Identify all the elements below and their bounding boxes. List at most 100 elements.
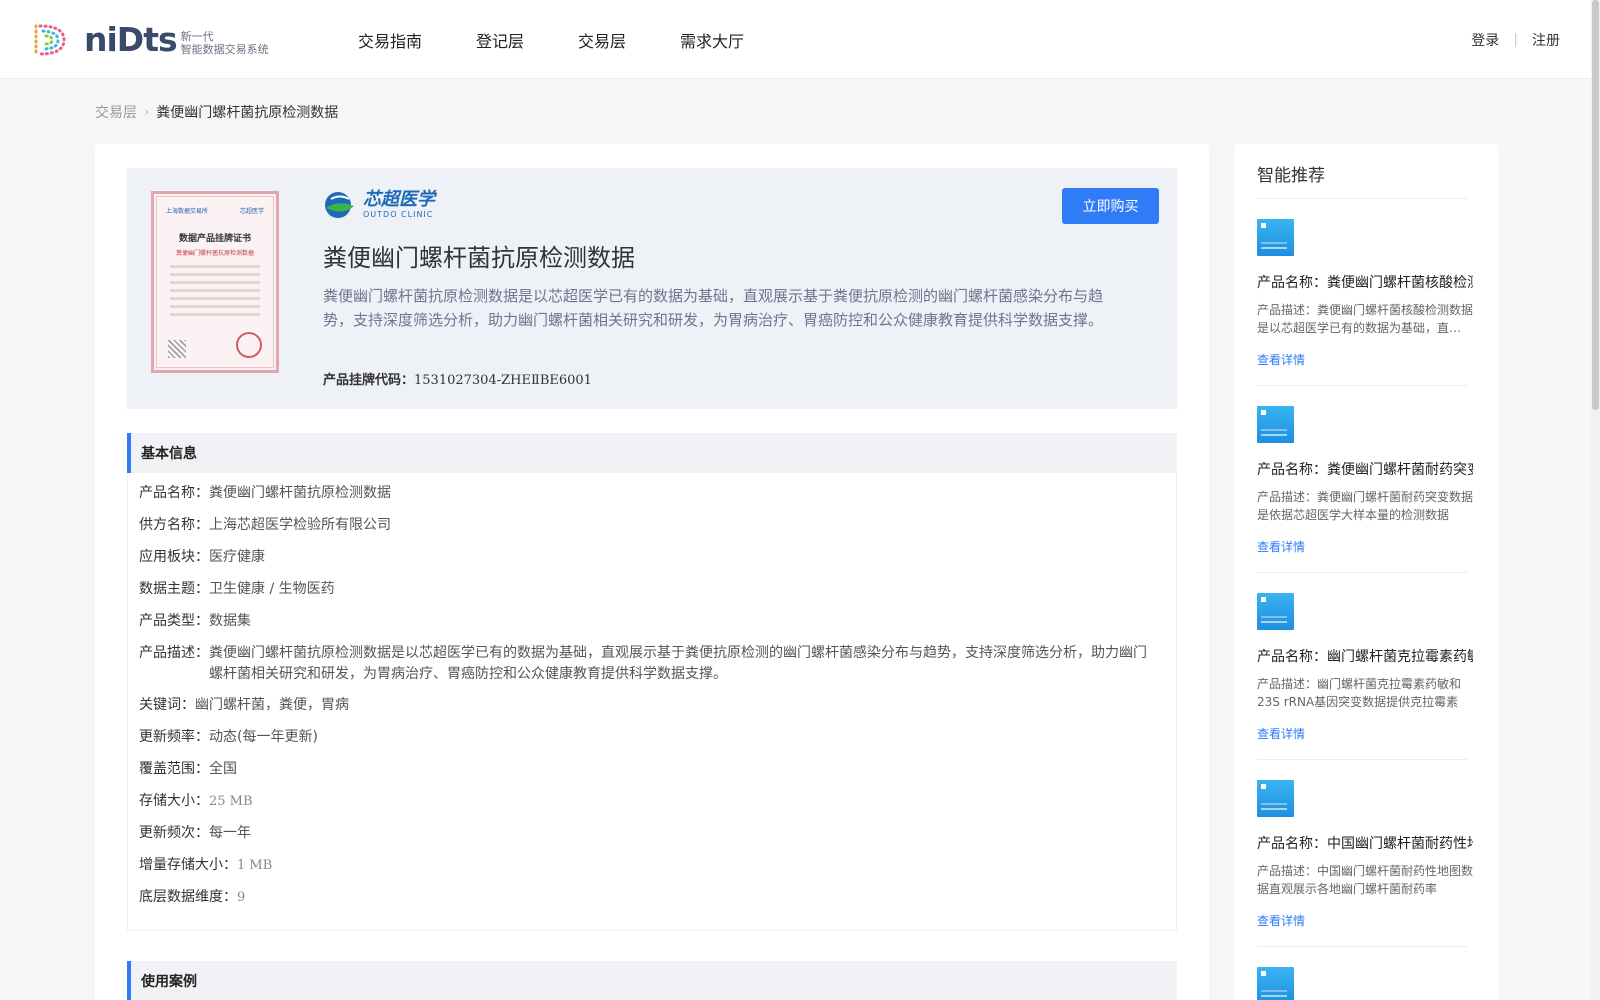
listing-certificate-image[interactable]: 上海数据交易所 芯超医学 数据产品挂牌证书 粪便幽门螺杆菌抗原检测数据: [151, 191, 279, 373]
certificate-org2: 芯超医学: [239, 208, 264, 215]
certificate-subtitle: 粪便幽门螺杆菌抗原检测数据: [175, 250, 254, 257]
info-value: 数据集: [209, 613, 251, 629]
supplier-brand-logo: 芯超医学 OUTDO CLINIC: [323, 190, 435, 220]
info-row-dimensions: 底层数据维度： 9: [139, 887, 1149, 908]
recommendation-card: 产品名称：粪便幽门螺杆菌核酸检测数据 产品描述：粪便幽门螺杆菌核酸检测数据是以芯…: [1257, 219, 1473, 368]
breadcrumb-current: 粪便幽门螺杆菌抗原检测数据: [156, 105, 339, 121]
product-thumbnail[interactable]: [1257, 406, 1294, 443]
rec-product-desc: 产品描述：中国幽门螺杆菌耐药性地图数据直观展示各地幽门螺杆菌耐药率: [1257, 864, 1473, 896]
page-scrollbar[interactable]: [1591, 0, 1600, 1000]
info-key: 应用板块：: [139, 549, 209, 565]
info-value: 幽门螺杆菌，粪便，胃病: [195, 697, 349, 713]
info-row-description: 产品描述： 粪便幽门螺杆菌抗原检测数据是以芯超医学已有的数据为基础，直观展示基于粪…: [139, 643, 1149, 685]
view-details-link[interactable]: 查看详情: [1257, 912, 1473, 929]
product-thumbnail[interactable]: [1257, 967, 1294, 1000]
info-row-incremental-size: 增量存储大小： 1 MB: [139, 855, 1149, 876]
listing-code-label: 产品挂牌代码：: [323, 373, 415, 388]
seal-icon: [236, 332, 262, 358]
logo-wordmark: niDts: [84, 20, 178, 59]
rec-product-name[interactable]: 产品名称：幽门螺杆菌克拉霉素药敏数据: [1257, 646, 1473, 666]
view-details-link[interactable]: 查看详情: [1257, 538, 1473, 555]
recommendation-card: 产品名称：幽门螺杆菌克拉霉素药敏数据 产品描述：幽门螺杆菌克拉霉素药敏和23S …: [1257, 593, 1473, 742]
divider: [1257, 946, 1467, 947]
divider: [1257, 198, 1467, 199]
info-row-sector: 应用板块： 医疗健康: [139, 547, 1149, 568]
info-row-theme: 数据主题： 卫生健康 / 生物医药: [139, 579, 1149, 600]
rec-product-desc: 产品描述：粪便幽门螺杆菌核酸检测数据是以芯超医学已有的数据为基础，直观展示: [1257, 303, 1473, 335]
listing-code: 产品挂牌代码：1531027304-ZHEⅡBE6001: [323, 369, 592, 388]
info-value: 粪便幽门螺杆菌抗原检测数据是以芯超医学已有的数据为基础，直观展示基于粪便抗原检测…: [209, 645, 1147, 682]
logo-sub-line2: 智能数据交易系统: [180, 43, 269, 56]
info-value: 粪便幽门螺杆菌抗原检测数据: [209, 485, 391, 501]
product-thumbnail[interactable]: [1257, 593, 1294, 630]
main-nav: 交易指南 登记层 交易层 需求大厅: [358, 0, 798, 79]
info-key: 覆盖范围：: [139, 761, 209, 777]
recommendation-card: [1257, 967, 1473, 1000]
breadcrumb-parent[interactable]: 交易层: [95, 102, 137, 122]
brand-name-cn: 芯超医学: [363, 189, 435, 210]
rec-product-name[interactable]: 产品名称：粪便幽门螺杆菌核酸检测数据: [1257, 272, 1473, 292]
divider: [1257, 759, 1467, 760]
product-description: 粪便幽门螺杆菌抗原检测数据是以芯超医学已有的数据为基础，直观展示基于粪便抗原检测…: [323, 287, 1104, 329]
logo-sub-line1: 新一代: [180, 30, 214, 43]
info-value: 每一年: [209, 825, 251, 841]
certificate-org1: 上海数据交易所: [166, 208, 209, 215]
brand-name-en: OUTDO CLINIC: [363, 210, 434, 219]
chevron-right-icon: ›: [144, 104, 150, 120]
nav-demand-hall[interactable]: 需求大厅: [680, 28, 744, 52]
logo-subtitle: 新一代 智能数据交易系统: [181, 24, 269, 56]
product-thumbnail[interactable]: [1257, 780, 1294, 817]
info-value: 全国: [209, 761, 237, 777]
info-row-update-frequency: 更新频率： 动态(每一年更新): [139, 727, 1149, 748]
info-value: 9: [237, 890, 246, 905]
nav-trade-guide[interactable]: 交易指南: [358, 28, 422, 52]
register-link[interactable]: 注册: [1532, 30, 1560, 50]
product-thumbnail[interactable]: [1257, 219, 1294, 256]
listing-code-value: 1531027304-ZHEⅡBE6001: [414, 373, 592, 388]
info-value: 1 MB: [237, 858, 273, 873]
info-value: 上海芯超医学检验所有限公司: [209, 517, 391, 533]
brand-globe-icon: [325, 192, 354, 218]
auth-separator: |: [1513, 31, 1518, 48]
rec-product-desc: 产品描述：粪便幽门螺杆菌耐药突变数据是依据芯超医学大样本量的检测数据: [1257, 490, 1473, 522]
info-value: 卫生健康 / 生物医药: [209, 581, 335, 597]
info-key: 更新频率：: [139, 729, 209, 745]
info-key: 产品名称：: [139, 485, 209, 501]
info-row-storage-size: 存储大小： 25 MB: [139, 791, 1149, 812]
site-logo[interactable]: niDts 新一代 智能数据交易系统: [30, 20, 269, 60]
view-details-link[interactable]: 查看详情: [1257, 725, 1473, 742]
rec-product-desc: 产品描述：幽门螺杆菌克拉霉素药敏和23S rRNA基因突变数据提供克拉霉素: [1257, 677, 1462, 709]
logo-d-icon: [34, 24, 66, 56]
info-row-update-cycle: 更新频次： 每一年: [139, 823, 1149, 844]
nav-registration-layer[interactable]: 登记层: [476, 28, 524, 52]
qr-code-icon: [168, 340, 186, 358]
scrollbar-thumb[interactable]: [1592, 0, 1599, 410]
info-key: 关键词：: [139, 697, 195, 713]
info-row-product-name: 产品名称： 粪便幽门螺杆菌抗原检测数据: [139, 483, 1149, 504]
basic-info-header: 基本信息: [127, 433, 1177, 473]
rec-product-name[interactable]: 产品名称：中国幽门螺杆菌耐药性地图数据: [1257, 833, 1473, 853]
info-row-type: 产品类型： 数据集: [139, 611, 1149, 632]
info-value: 25 MB: [209, 794, 253, 809]
nav-trading-layer[interactable]: 交易层: [578, 28, 626, 52]
certificate-text-lines: [166, 265, 264, 316]
buy-now-button[interactable]: 立即购买: [1062, 188, 1159, 224]
certificate-title: 数据产品挂牌证书: [178, 234, 251, 244]
view-details-link[interactable]: 查看详情: [1257, 351, 1473, 368]
info-key: 底层数据维度：: [139, 889, 237, 905]
auth-links: 登录 | 注册: [1471, 0, 1560, 79]
info-key: 增量存储大小：: [139, 857, 237, 873]
info-key: 产品描述：: [139, 645, 209, 661]
product-title: 粪便幽门螺杆菌抗原检测数据: [323, 244, 635, 272]
breadcrumb: 交易层 › 粪便幽门螺杆菌抗原检测数据: [95, 102, 338, 122]
rec-product-name[interactable]: 产品名称：粪便幽门螺杆菌耐药突变数据: [1257, 459, 1473, 479]
top-header: niDts 新一代 智能数据交易系统 交易指南 登记层 交易层 需求大厅 登录 …: [0, 0, 1600, 79]
divider: [1257, 572, 1467, 573]
info-key: 产品类型：: [139, 613, 209, 629]
info-row-coverage: 覆盖范围： 全国: [139, 759, 1149, 780]
info-key: 数据主题：: [139, 581, 209, 597]
product-hero: 上海数据交易所 芯超医学 数据产品挂牌证书 粪便幽门螺杆菌抗原检测数据 芯超医学…: [127, 168, 1177, 409]
info-key: 供方名称：: [139, 517, 209, 533]
product-detail-panel: 上海数据交易所 芯超医学 数据产品挂牌证书 粪便幽门螺杆菌抗原检测数据 芯超医学…: [95, 144, 1209, 1000]
login-link[interactable]: 登录: [1471, 30, 1499, 50]
